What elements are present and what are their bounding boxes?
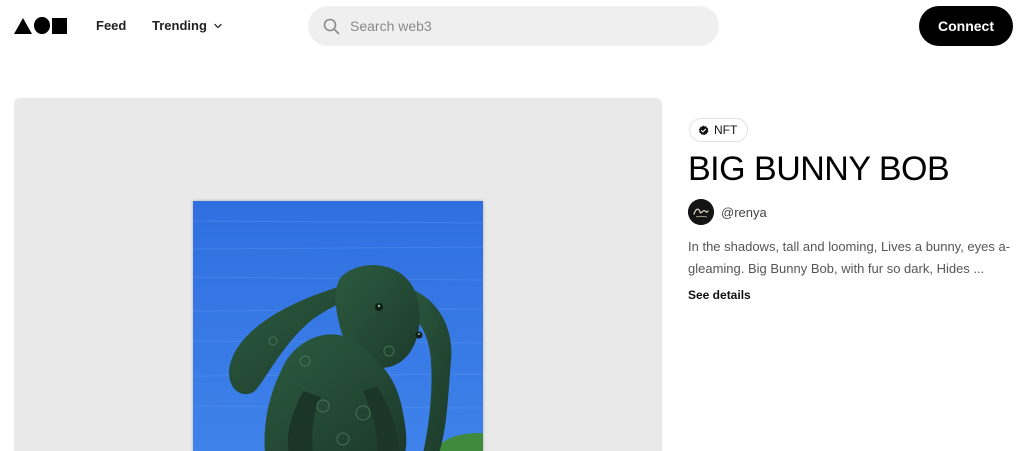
search-bar[interactable] xyxy=(308,6,719,46)
logo-triangle xyxy=(14,17,32,34)
logo-circle xyxy=(34,17,50,34)
verified-check-icon xyxy=(698,125,709,135)
nav-feed-link[interactable]: Feed xyxy=(96,18,126,33)
nav-trending-dropdown[interactable]: Trending xyxy=(152,18,223,33)
brand-logo[interactable] xyxy=(14,17,67,34)
search-input[interactable] xyxy=(348,17,688,35)
chevron-down-icon xyxy=(214,23,222,28)
logo-square xyxy=(51,17,67,34)
top-header: Feed Trending Connect xyxy=(0,0,1024,52)
nft-artwork-image[interactable] xyxy=(193,201,483,451)
creator-row[interactable]: @renya xyxy=(688,199,767,225)
creator-handle[interactable]: @renya xyxy=(721,205,767,220)
search-icon xyxy=(323,18,340,34)
item-description: In the shadows, tall and looming, Lives … xyxy=(688,239,1011,276)
creator-avatar[interactable] xyxy=(688,199,714,225)
nft-badge: NFT xyxy=(689,118,749,142)
connect-button[interactable]: Connect xyxy=(919,6,1013,46)
see-details-link[interactable]: See details xyxy=(688,288,751,302)
nav-trending-label: Trending xyxy=(152,18,207,33)
badge-label: NFT xyxy=(714,123,738,137)
item-title: BIG BUNNY BOB xyxy=(688,150,950,188)
media-preview-panel xyxy=(14,98,662,451)
